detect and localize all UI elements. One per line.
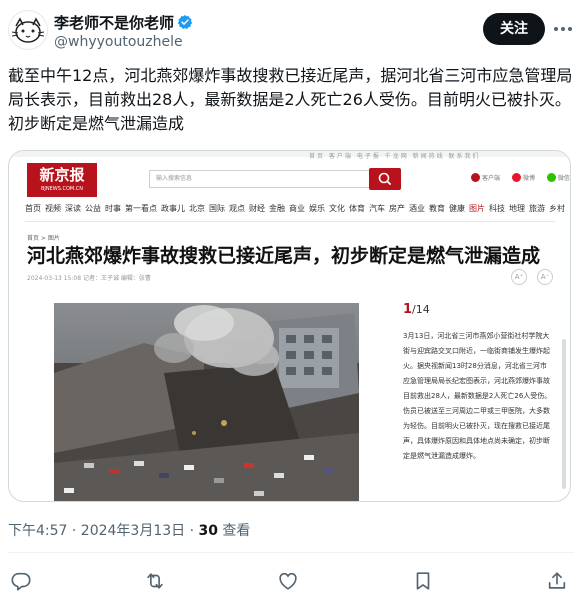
news-nav-item: 金融 (269, 204, 285, 213)
breadcrumb: 首页 > 图片 (27, 235, 60, 242)
news-nav-item: 健康 (449, 204, 465, 213)
news-nav-item: 国际 (209, 204, 225, 213)
news-headline: 河北燕郊爆炸事故搜救已接近尾声，初步断定是燃气泄漏造成 (27, 245, 541, 267)
timestamp-text: 下午4:57 · 2024年3月13日 · (8, 523, 199, 539)
news-nav: 首页 视频 深读 公益 时事 第一看点 政事儿 北京 国际 观点 财经 金融 商业 娱乐 文化 体育 汽车 房产酒… (25, 203, 565, 214)
caption-scrollbar (562, 339, 566, 489)
news-nav-item: 乡村 (549, 204, 565, 213)
reply-icon[interactable] (10, 570, 32, 592)
news-top-bar (9, 151, 570, 157)
news-social-links: 客户端 微博 微信 (471, 173, 570, 182)
news-search-input: 输入搜索信息 (149, 170, 371, 188)
tweet-text: 截至中午12点，河北燕郊爆炸事故搜救已接近尾声，据河北省三河市应急管理局局长表示… (8, 66, 573, 133)
display-name-text: 李老师不是你老师 (54, 14, 175, 32)
share-icon[interactable] (546, 570, 568, 592)
explosion-aerial-photo (54, 303, 359, 501)
photo-pager: 1/14 (403, 302, 430, 317)
news-nav-item: 汽车 (369, 204, 385, 213)
bookmark-icon[interactable] (412, 570, 434, 592)
views-label: 查看 (217, 523, 251, 539)
wechat-link: 微信 (546, 173, 570, 182)
nav-divider (25, 221, 555, 222)
news-nav-item: 酒业 (409, 204, 425, 213)
news-nav-item: 北京 (189, 204, 205, 213)
tweet-header: 李老师不是你老师 @whyyoutouzhele 关注 (0, 0, 586, 60)
verified-badge-icon (177, 14, 193, 30)
news-search-button (369, 168, 401, 190)
news-nav-item: 首页 (25, 204, 41, 213)
news-nav-item: 政事儿 (161, 204, 185, 213)
news-nav-item: 视频 (45, 204, 61, 213)
news-nav-item: 教育 (429, 204, 445, 213)
avatar[interactable] (8, 10, 48, 50)
heart-icon[interactable] (277, 570, 299, 592)
views-count: 30 (198, 523, 218, 539)
weibo-link: 微博 (511, 173, 535, 182)
user-handle[interactable]: @whyyoutouzhele (54, 34, 183, 50)
tweet-timestamp[interactable]: 下午4:57 · 2024年3月13日 · 30 查看 (8, 520, 250, 540)
follow-button[interactable]: 关注 (483, 13, 545, 45)
search-icon (378, 172, 391, 185)
news-nav-item: 旅游 (529, 204, 545, 213)
client-link: 客户端 (471, 173, 500, 182)
news-nav-item: 观点 (229, 204, 245, 213)
pager-total: /14 (412, 303, 430, 316)
retweet-icon[interactable] (144, 570, 166, 592)
news-meta: 2024-03-13 15:08 记者：王子诚 编辑：张曹 (27, 275, 151, 282)
news-nav-item: 图片 (469, 204, 485, 213)
news-logo: 新京报 BJNEWS.COM.CN (27, 163, 97, 197)
news-top-links: 首页 客户端 电子报 千龙网 新闻热线 联系我们 (309, 153, 481, 160)
news-nav-item: 深读 (65, 204, 81, 213)
news-nav-item: 商业 (289, 204, 305, 213)
display-name[interactable]: 李老师不是你老师 (54, 12, 193, 33)
news-nav-item: 地理 (509, 204, 525, 213)
pager-current: 1 (403, 302, 413, 317)
news-nav-item: 文化 (329, 204, 345, 213)
news-nav-item: 财经 (249, 204, 265, 213)
tweet-media-image[interactable]: 首页 客户端 电子报 千龙网 新闻热线 联系我们 新京报 BJNEWS.COM.… (8, 150, 571, 502)
news-nav-item: 公益 (85, 204, 101, 213)
news-nav-item: 体育 (349, 204, 365, 213)
font-decrease-button: A⁻ (537, 269, 553, 285)
news-nav-item: 科技 (489, 204, 505, 213)
news-nav-item: 娱乐 (309, 204, 325, 213)
news-nav-item: 时事 (105, 204, 121, 213)
news-logo-subtext: BJNEWS.COM.CN (40, 186, 84, 192)
news-logo-text: 新京报 (39, 166, 85, 184)
more-dots-icon[interactable] (552, 18, 574, 40)
photo-caption: 3月13日，河北省三河市燕郊小营街社村学院大街与迎宾路交叉口附近，一临街商铺发生… (403, 332, 552, 460)
news-nav-item: 房产 (389, 204, 405, 213)
news-nav-item: 第一看点 (125, 204, 157, 213)
action-divider (8, 552, 574, 553)
font-increase-button: A⁺ (511, 269, 527, 285)
